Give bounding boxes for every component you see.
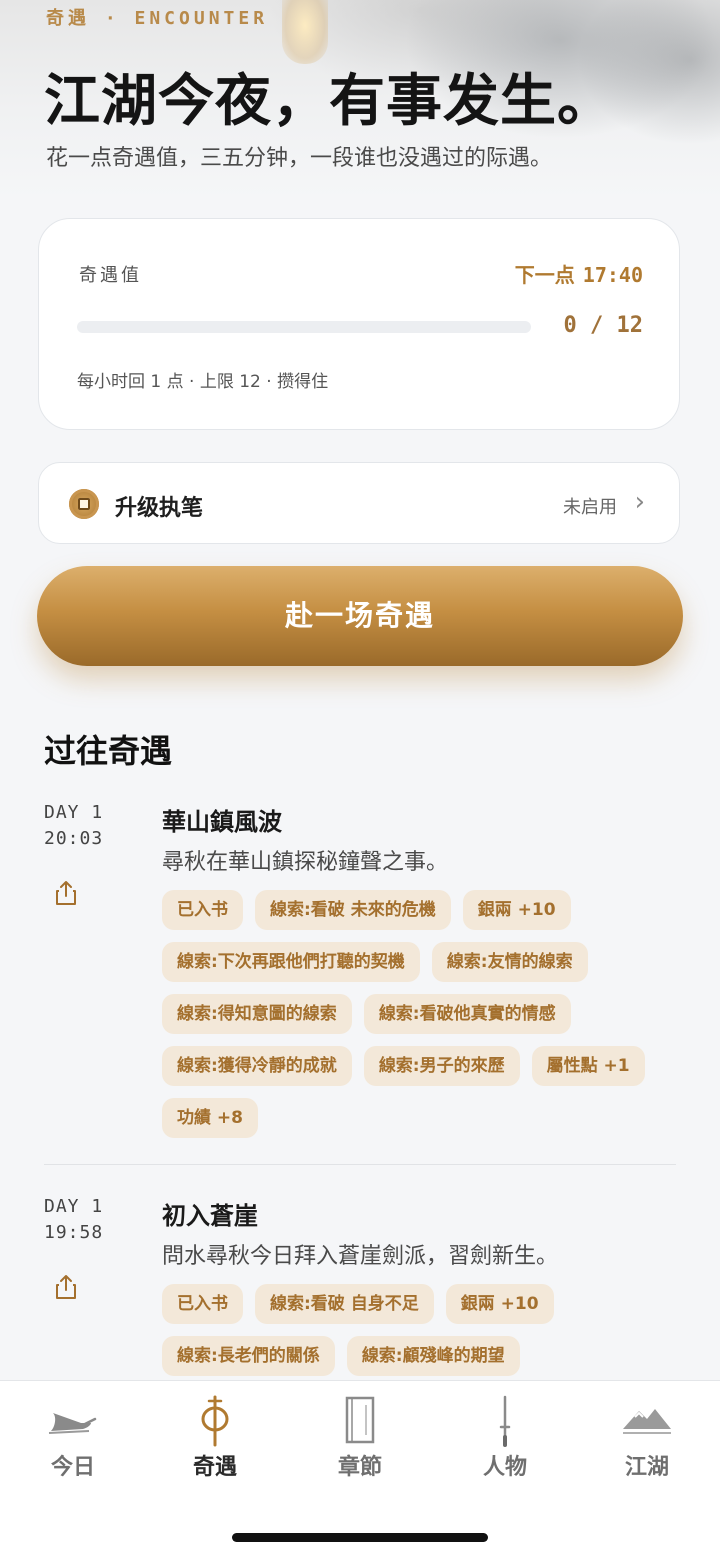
history-section-title: 过往奇遇 xyxy=(44,732,173,770)
tag: 線索:看破 未來的危機 xyxy=(255,890,451,930)
entry-day: DAY 1 xyxy=(44,802,104,823)
share-icon[interactable] xyxy=(54,1274,78,1300)
entry-time: 20:03 xyxy=(44,828,104,849)
page-subtitle: 花一点奇遇值，三五分钟，一段谁也没遇过的际遇。 xyxy=(46,146,553,171)
tag: 銀兩 +10 xyxy=(462,890,571,930)
tab-label: 章節 xyxy=(337,1454,382,1480)
tag: 線索:下次再跟他們打聽的契機 xyxy=(162,942,420,982)
tag: 線索:男子的來歷 xyxy=(363,1046,520,1086)
book-icon xyxy=(345,1396,375,1444)
lantern-icon xyxy=(201,1395,229,1447)
tab-characters[interactable]: 人物 xyxy=(450,1395,560,1481)
tag: 屬性點 +1 xyxy=(531,1046,645,1086)
tab-jianghu[interactable]: 江湖 xyxy=(592,1395,702,1481)
tag: 線索:獲得冷靜的成就 xyxy=(162,1046,352,1086)
tag: 已入书 xyxy=(162,1284,243,1324)
energy-next-refill: 下一点 17:40 xyxy=(515,259,643,288)
energy-label: 奇遇值 xyxy=(79,265,142,286)
sword-icon xyxy=(499,1395,511,1447)
energy-next-time: 17:40 xyxy=(582,263,643,287)
tag: 線索:長老們的關係 xyxy=(162,1336,335,1376)
entry-tags: 已入书 線索:看破 自身不足 銀兩 +10 線索:長老們的關係 線索:顧殘峰的期… xyxy=(162,1284,662,1376)
upgrade-status: 未启用 xyxy=(563,497,617,518)
lantern-decoration xyxy=(282,0,328,64)
coin-icon xyxy=(69,489,99,519)
tab-label: 人物 xyxy=(482,1454,527,1480)
start-encounter-button[interactable]: 赴一场奇遇 xyxy=(37,566,683,666)
page-kicker: 奇遇 · ENCOUNTER xyxy=(46,8,269,29)
tag: 銀兩 +10 xyxy=(445,1284,554,1324)
upgrade-title: 升级执笔 xyxy=(115,496,204,521)
entry-description: 問水尋秋今日拜入蒼崖劍派，習劍新生。 xyxy=(162,1244,559,1269)
tab-today[interactable]: 今日 xyxy=(18,1395,128,1481)
tab-encounter[interactable]: 奇遇 xyxy=(160,1395,270,1481)
mountain-icon xyxy=(623,1409,671,1434)
tag: 線索:看破他真實的情感 xyxy=(363,994,571,1034)
tab-label: 奇遇 xyxy=(192,1454,237,1480)
entry-divider xyxy=(44,1164,676,1165)
page-title: 江湖今夜，有事发生。 xyxy=(44,69,614,134)
home-indicator xyxy=(232,1533,488,1542)
entry-title: 華山鎮風波 xyxy=(162,808,282,836)
energy-rule-text: 每小时回 1 点 · 上限 12 · 攒得住 xyxy=(77,372,329,392)
tab-label: 今日 xyxy=(50,1454,95,1480)
tag: 線索:友情的線索 xyxy=(431,942,588,982)
tag: 線索:顧殘峰的期望 xyxy=(346,1336,520,1376)
energy-progress-bar xyxy=(77,321,531,333)
share-icon[interactable] xyxy=(54,880,78,906)
bottom-tab-bar: 今日 奇遇 章節 人物 江湖 xyxy=(0,1380,720,1558)
entry-title: 初入蒼崖 xyxy=(162,1202,258,1230)
tab-chapters[interactable]: 章節 xyxy=(305,1395,415,1481)
tag: 已入书 xyxy=(162,890,243,930)
tag: 線索:看破 自身不足 xyxy=(255,1284,434,1324)
upgrade-pen-row[interactable]: 升级执笔 未启用 › xyxy=(38,462,680,544)
tab-label: 江湖 xyxy=(624,1454,669,1480)
entry-time: 19:58 xyxy=(44,1222,104,1243)
energy-card: 奇遇值 下一点 17:40 0 / 12 每小时回 1 点 · 上限 12 · 攒… xyxy=(38,218,680,430)
entry-day: DAY 1 xyxy=(44,1196,104,1217)
energy-next-label: 下一点 xyxy=(514,263,575,287)
entry-tags: 已入书 線索:看破 未來的危機 銀兩 +10 線索:下次再跟他們打聽的契機 線索… xyxy=(162,890,662,1138)
chevron-right-icon: › xyxy=(634,487,645,517)
entry-date: DAY 1 20:03 xyxy=(44,800,103,852)
energy-count: 0 / 12 xyxy=(563,313,643,338)
entry-description: 尋秋在華山鎮探秘鐘聲之事。 xyxy=(162,850,449,875)
tag: 線索:得知意圖的線索 xyxy=(162,994,352,1034)
brush-icon xyxy=(48,1413,97,1434)
tag: 功績 +8 xyxy=(162,1098,258,1138)
entry-date: DAY 1 19:58 xyxy=(44,1194,103,1246)
